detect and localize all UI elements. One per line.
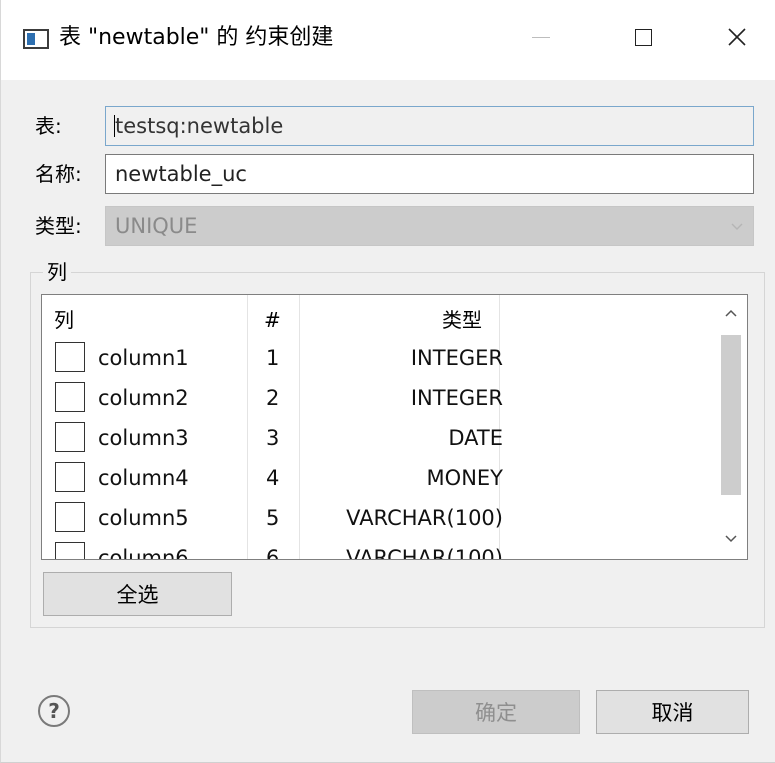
maximize-button[interactable] <box>613 14 673 60</box>
row-column-number: 1 <box>266 346 280 370</box>
row-column-number: 2 <box>266 386 280 410</box>
row-column-number: 6 <box>266 546 280 560</box>
header-column[interactable]: 列 <box>54 307 74 333</box>
minimize-button[interactable] <box>511 14 571 60</box>
header-type[interactable]: 类型 <box>442 307 482 333</box>
close-icon <box>728 28 746 46</box>
app-window-icon <box>23 29 49 49</box>
row-column-type: DATE <box>448 426 503 450</box>
columns-group-title: 列 <box>43 258 71 286</box>
name-field[interactable]: newtable_uc <box>105 154 754 194</box>
chevron-down-icon <box>725 535 737 543</box>
close-button[interactable] <box>707 14 767 60</box>
row-column-name: column4 <box>98 466 189 490</box>
scroll-up-button[interactable] <box>721 303 741 323</box>
ok-button[interactable]: 确定 <box>412 690 580 734</box>
scroll-thumb[interactable] <box>721 335 741 495</box>
row-column-type: INTEGER <box>410 386 503 410</box>
table-row[interactable]: column2 2 INTEGER <box>42 379 717 419</box>
row-column-type: VARCHAR(100) <box>346 546 503 560</box>
row-checkbox[interactable] <box>55 342 85 372</box>
table-row[interactable]: column5 5 VARCHAR(100) <box>42 499 717 539</box>
row-column-type: INTEGER <box>410 346 503 370</box>
cancel-button[interactable]: 取消 <box>596 690 749 734</box>
title-bar: 表 "newtable" 的 约束创建 <box>1 0 775 80</box>
row-checkbox[interactable] <box>55 542 85 559</box>
row-column-type: MONEY <box>426 466 503 490</box>
type-label: 类型: <box>35 214 82 238</box>
row-column-name: column2 <box>98 386 189 410</box>
minimize-icon <box>532 36 550 38</box>
table-row[interactable]: column4 4 MONEY <box>42 459 717 499</box>
name-label: 名称: <box>35 162 82 186</box>
maximize-icon <box>634 28 652 46</box>
table-row[interactable]: column1 1 INTEGER <box>42 339 717 379</box>
row-column-number: 4 <box>266 466 280 490</box>
table-row[interactable]: column3 3 DATE <box>42 419 717 459</box>
row-column-name: column6 <box>98 546 189 560</box>
table-scrollbar[interactable] <box>715 295 747 559</box>
row-column-number: 3 <box>266 426 280 450</box>
table-row[interactable]: column6 6 VARCHAR(100) <box>42 539 717 560</box>
row-checkbox[interactable] <box>55 462 85 492</box>
row-column-name: column5 <box>98 506 189 530</box>
table-label: 表: <box>35 114 62 138</box>
constraint-dialog: 表 "newtable" 的 约束创建 表: testsq:newtable 名… <box>0 0 775 763</box>
window-title: 表 "newtable" 的 约束创建 <box>59 25 334 50</box>
row-column-name: column3 <box>98 426 189 450</box>
scroll-down-button[interactable] <box>721 529 741 549</box>
select-all-button[interactable]: 全选 <box>43 572 232 616</box>
row-checkbox[interactable] <box>55 502 85 532</box>
row-column-type: VARCHAR(100) <box>346 506 503 530</box>
table-field[interactable]: testsq:newtable <box>105 106 754 146</box>
chevron-up-icon <box>725 309 737 317</box>
row-checkbox[interactable] <box>55 422 85 452</box>
chevron-down-icon <box>731 223 743 230</box>
header-number[interactable]: # <box>264 307 281 333</box>
help-icon[interactable]: ? <box>38 695 70 727</box>
type-select-value: UNIQUE <box>115 214 198 238</box>
type-select[interactable]: UNIQUE <box>105 206 754 246</box>
columns-table: 列 # 类型 column1 1 INTEGER column2 2 INTEGER col… <box>41 294 748 560</box>
row-column-name: column1 <box>98 346 189 370</box>
row-column-number: 5 <box>266 506 280 530</box>
row-checkbox[interactable] <box>55 382 85 412</box>
